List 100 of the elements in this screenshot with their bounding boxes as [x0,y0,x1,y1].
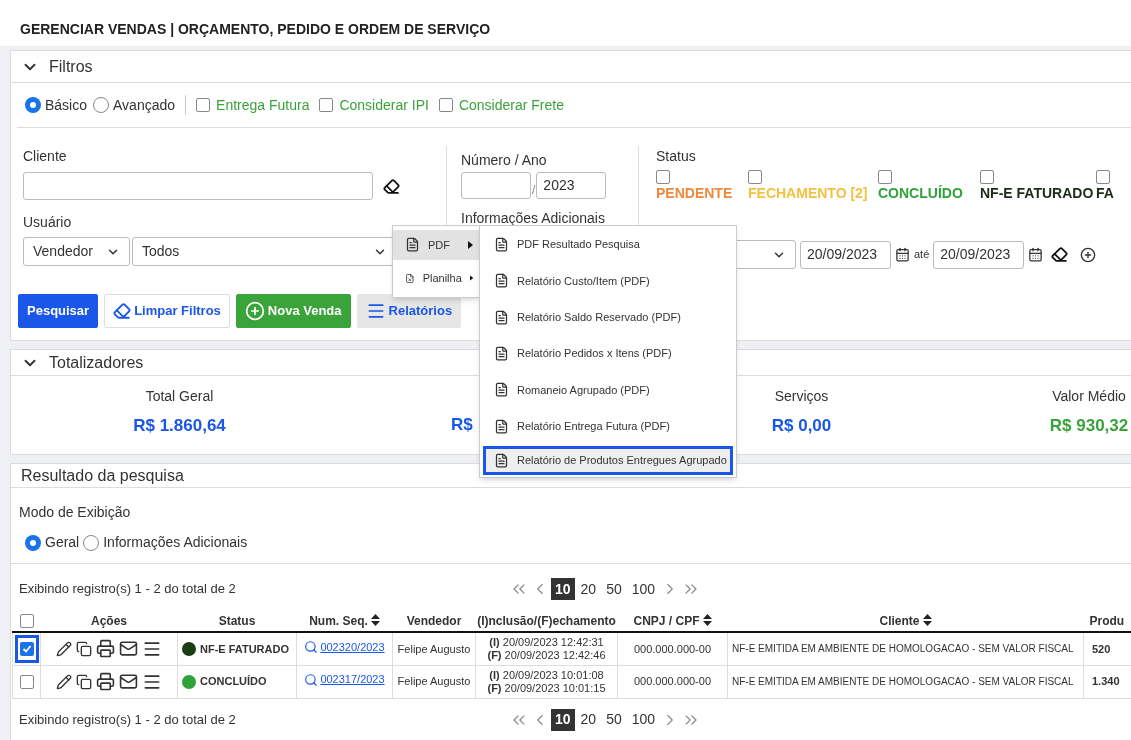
page-size-option[interactable]: 10 [551,578,575,600]
status-label: FA [1096,185,1114,202]
menu-item[interactable]: Romaneio Agrupado (PDF) [483,373,733,407]
user-type-select[interactable]: Vendedor [23,237,130,266]
total-value: R$ 930,32 [1049,415,1129,437]
separator-text: / [532,182,536,199]
checkbox[interactable] [878,170,892,185]
column-header[interactable]: Cliente [879,613,920,628]
records-summary: Exibindo registro(s) 1 - 2 do total de 2 [19,710,237,729]
mail-icon[interactable] [119,672,138,691]
eraser-icon[interactable] [383,177,400,195]
copy-icon[interactable] [76,673,92,690]
checkbox[interactable] [748,170,762,185]
action-button[interactable]: Limpar Filtros [104,294,230,328]
radio-button[interactable] [83,534,100,551]
table-cell: Felipe Augusto [392,632,476,665]
field-label: Número / Ano [461,151,548,168]
radio-label: Básico [45,95,88,115]
date-field[interactable]: 20/09/2023 [800,240,891,269]
copy-icon[interactable] [76,640,92,657]
menu-item[interactable]: Planilha [393,263,479,294]
page-size-option[interactable]: 20 [576,708,601,731]
status-text: CONCLUÍDO [200,674,267,690]
menu-item[interactable]: Relatório de Produtos Entregues Agrupado [483,445,733,475]
radio-button[interactable] [25,97,41,113]
sort-icon[interactable] [370,613,380,626]
checkbox[interactable] [1096,170,1110,185]
row-checkbox[interactable] [19,641,34,656]
status-label: FECHAMENTO [2] [748,185,868,202]
total-label: Total Geral [145,387,214,406]
add-icon[interactable] [1080,246,1097,263]
sort-icon[interactable] [922,613,932,626]
pdf-file-icon [494,273,509,289]
search-icon[interactable] [304,672,319,687]
year-field[interactable]: 2023 [536,172,607,199]
page-title: GERENCIAR VENDAS | ORÇAMENTO, PEDIDO E ORDEM DE SERVIÇO [20,19,491,39]
row-checkbox[interactable] [19,674,34,689]
table-cell: 000.000.000-00 [617,665,728,698]
action-button[interactable]: Relatórios [356,294,462,328]
checkbox[interactable] [980,170,994,185]
status-label: CONCLUÍDO [878,185,963,202]
page-size-option[interactable]: 100 [627,578,660,600]
checkbox[interactable] [319,98,334,112]
pdf-file-icon [494,452,509,468]
number-field[interactable] [461,172,531,199]
eraser-icon[interactable] [1051,246,1069,263]
column-header: Produ [1089,613,1125,628]
total-label: Serviços [774,387,829,406]
search-icon[interactable] [304,639,319,654]
inclusion-date: (I) 20/09/2023 10:01:08 [488,668,605,682]
checkbox[interactable] [438,98,453,112]
column-header: Status [218,613,256,628]
date-field[interactable]: 20/09/2023 [933,240,1025,269]
menu-item[interactable]: Relatório Custo/Item (PDF) [483,264,733,298]
panel-title: Resultado da pesquisa [21,465,184,486]
printer-icon[interactable] [96,639,115,659]
table-cell: 1.340 [1092,675,1120,688]
field-label: Informações Adicionais [461,209,606,226]
radio-label: Informações Adicionais [103,533,248,552]
radio-button[interactable] [93,97,110,113]
menu-item[interactable]: Relatório Pedidos x Itens (PDF) [483,337,733,370]
menu-item[interactable]: PDF [393,229,479,260]
menu-item[interactable]: Relatório Entrega Futura (PDF) [483,409,733,443]
total-value: R$ 0,00 [771,415,832,437]
mail-icon[interactable] [119,639,138,659]
client-field[interactable] [23,172,373,200]
checkbox[interactable] [656,170,670,185]
edit-icon[interactable] [56,640,72,657]
field-label: Cliente [23,147,68,164]
submenu-arrow-icon [469,274,473,283]
radio-label: Avançado [113,95,176,115]
menu-item[interactable]: Relatório Saldo Reservado (PDF) [483,300,733,334]
page-size-option[interactable]: 50 [602,708,626,731]
calendar-icon[interactable] [1028,247,1044,262]
pdf-file-icon [494,346,509,361]
eraser-icon [113,302,132,320]
field-label: Usuário [23,213,73,230]
sort-icon[interactable] [702,613,712,626]
radio-button[interactable] [25,534,41,551]
action-button[interactable]: Pesquisar [18,294,99,328]
range-label: até [914,247,930,263]
printer-icon[interactable] [96,672,115,691]
option-label: Considerar Frete [458,95,564,115]
status-text: NF-E FATURADO [200,641,289,657]
menu-item[interactable]: PDF Resultado Pesquisa [483,228,733,261]
page-size-option[interactable]: 20 [576,578,601,600]
table-cell: NF-E EMITIDA EM AMBIENTE DE HOMOLOGACAO - SEM VALOR FISCAL [727,665,1084,698]
column-header[interactable]: Num. Seq. [309,613,368,628]
panel-title: Filtros [49,56,93,77]
closing-date: (F) 20/09/2023 10:01:15 [486,681,607,695]
table-cell: 000.000.000-00 [617,632,728,665]
page-size-option[interactable]: 50 [602,578,626,600]
page-size-option[interactable]: 10 [551,708,575,731]
edit-icon[interactable] [56,673,72,690]
calendar-icon[interactable] [895,247,910,262]
column-header[interactable]: CNPJ / CPF [633,613,700,628]
total-value: R$ 1.860,64 [133,415,226,437]
checkbox[interactable] [196,98,211,112]
select-all-checkbox[interactable] [19,614,34,629]
page-size-option[interactable]: 100 [627,708,660,731]
